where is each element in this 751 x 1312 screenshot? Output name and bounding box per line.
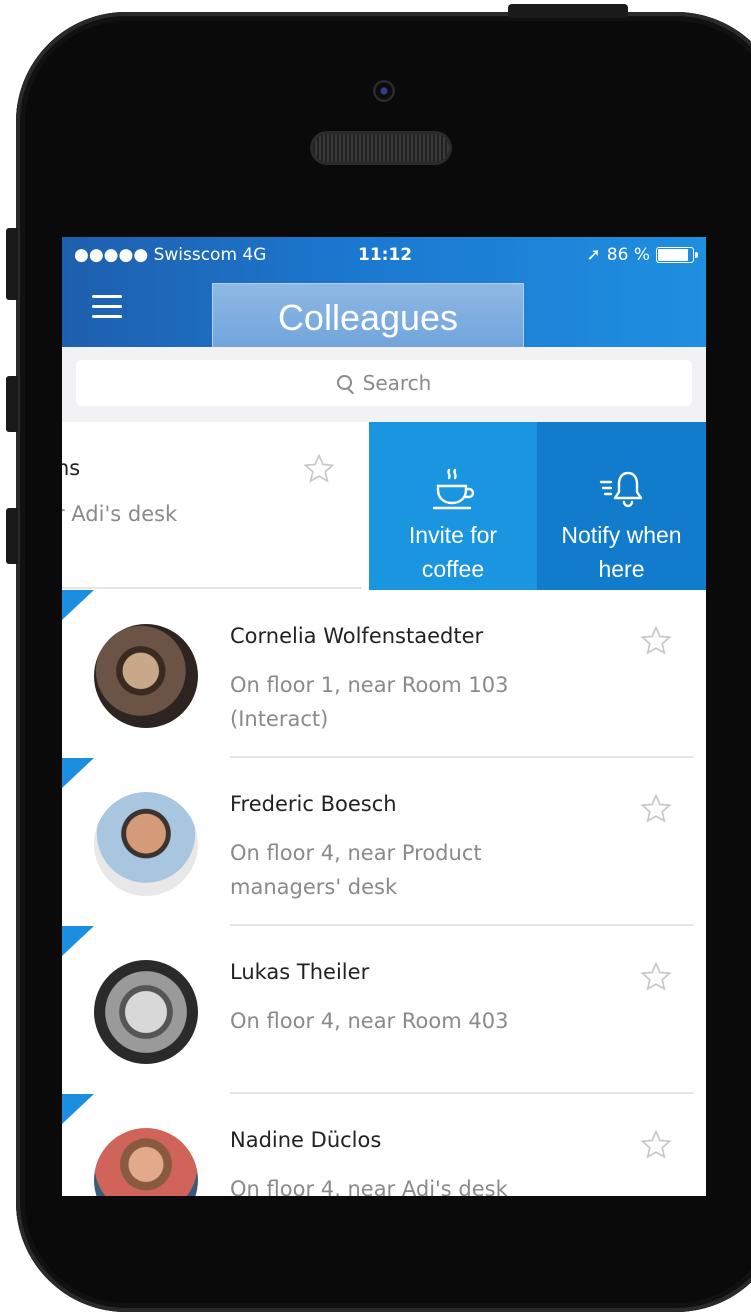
bell-icon <box>537 454 706 514</box>
app-header: ●●●●● Swisscom 4G 11:12 ➚ 86 % Colleague… <box>62 237 706 353</box>
invite-label-line2: coffee <box>421 556 485 582</box>
invite-for-coffee-button[interactable]: Invite for coffee <box>369 422 537 590</box>
notify-when-here-button[interactable]: Notify when here <box>537 422 706 590</box>
contact-location: r Adi's desk <box>62 502 178 526</box>
contact-location: On floor 1, near Room 103 (Interact) <box>230 673 509 731</box>
notify-label-line2: here <box>598 556 645 582</box>
invite-label-line1: Invite for <box>408 522 498 548</box>
contact-location: On floor 4, near Adi's desk <box>230 1177 508 1196</box>
avatar <box>94 1128 198 1196</box>
clock: 11:12 <box>358 245 413 265</box>
contact-name: ns <box>62 456 81 480</box>
search-icon <box>336 375 353 391</box>
volume-up-button <box>6 376 18 432</box>
battery-percent: 86 % <box>606 245 650 265</box>
row-divider <box>62 587 362 589</box>
star-icon[interactable] <box>639 792 673 830</box>
status-bar: ●●●●● Swisscom 4G 11:12 ➚ 86 % <box>62 237 706 277</box>
power-button <box>508 4 628 18</box>
search-input[interactable]: Search <box>76 360 692 406</box>
star-icon[interactable] <box>639 624 673 662</box>
avatar <box>94 624 198 728</box>
avatar <box>94 792 198 896</box>
app-screen: ●●●●● Swisscom 4G 11:12 ➚ 86 % Colleague… <box>62 237 706 1196</box>
coffee-cup-icon <box>369 454 537 514</box>
star-icon[interactable] <box>639 960 673 998</box>
presence-flag <box>62 758 94 788</box>
list-item[interactable]: Nadine Düclos On floor 4, near Adi's des… <box>62 1094 706 1196</box>
swiped-contact-cell[interactable]: ns r Adi's desk <box>62 422 369 590</box>
page-title: Colleagues <box>212 283 524 353</box>
battery-icon <box>656 247 698 263</box>
contact-location: On floor 4, near Product managers' desk <box>230 841 482 899</box>
earpiece-speaker <box>313 134 449 162</box>
front-camera <box>373 80 395 102</box>
presence-flag <box>62 926 94 956</box>
contact-name: Nadine Düclos <box>230 1128 382 1152</box>
hamburger-icon[interactable] <box>92 295 122 319</box>
contact-name: Lukas Theiler <box>230 960 370 984</box>
carrier-label: ●●●●● Swisscom 4G <box>74 245 267 265</box>
location-arrow-icon: ➚ <box>586 245 601 265</box>
battery-status: ➚ 86 % <box>586 245 698 265</box>
star-icon[interactable] <box>302 452 336 490</box>
mute-switch <box>6 228 18 300</box>
swiped-contact-row[interactable]: ns r Adi's desk Invite for coffee Notify… <box>62 422 706 590</box>
volume-down-button <box>6 508 18 564</box>
search-placeholder: Search <box>362 371 432 395</box>
contact-location: On floor 4, near Room 403 <box>230 1009 509 1033</box>
notify-label-line1: Notify when <box>561 522 682 548</box>
list-item[interactable]: Lukas Theiler On floor 4, near Room 403 <box>62 926 706 1094</box>
contact-name: Frederic Boesch <box>230 792 397 816</box>
search-bar: Search <box>62 347 706 422</box>
presence-flag <box>62 590 94 620</box>
list-item[interactable]: Cornelia Wolfenstaedter On floor 1, near… <box>62 590 706 758</box>
contact-name: Cornelia Wolfenstaedter <box>230 624 484 648</box>
avatar <box>94 960 198 1064</box>
star-icon[interactable] <box>639 1128 673 1166</box>
presence-flag <box>62 1094 94 1124</box>
list-item[interactable]: Frederic Boesch On floor 4, near Product… <box>62 758 706 926</box>
